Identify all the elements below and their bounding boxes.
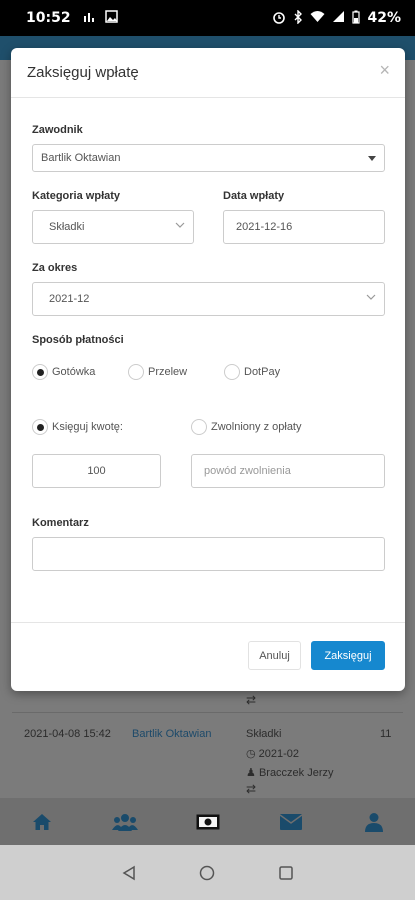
- cancel-button[interactable]: Anuluj: [248, 641, 301, 670]
- status-time: 10:52: [26, 10, 71, 26]
- users-icon[interactable]: [105, 808, 145, 836]
- row-period-value: 2021-02: [258, 748, 300, 760]
- row-number: 11: [380, 728, 392, 740]
- radio-dotpay-label: DotPay: [244, 366, 281, 378]
- cell-signal-icon: [332, 10, 345, 26]
- image-icon: [104, 10, 118, 26]
- alarm-icon: [272, 10, 286, 27]
- book-payment-dialog: Zaksięguj wpłatę × Zawodnik Bartlik Okta…: [11, 48, 405, 691]
- mail-icon[interactable]: [271, 808, 311, 836]
- amount-input[interactable]: 100: [32, 454, 161, 488]
- radio-exempt[interactable]: Zwolniony z opłaty: [191, 419, 302, 435]
- radio-circle: [191, 419, 207, 435]
- comment-input[interactable]: [32, 537, 385, 571]
- radio-transfer-label: Przelew: [148, 366, 188, 378]
- chevron-down-icon: [175, 222, 185, 228]
- payment-method-label: Sposób płatności: [32, 334, 124, 346]
- amount-input-value: 100: [87, 465, 106, 477]
- radio-circle: [128, 364, 144, 380]
- row-collector-name: Bracczek Jerzy: [258, 767, 334, 779]
- date-input[interactable]: 2021-12-16: [223, 210, 385, 244]
- row-category: Składki: [246, 728, 282, 740]
- recents-icon[interactable]: [271, 858, 301, 888]
- player-select[interactable]: Bartlik Oktawian: [32, 144, 385, 172]
- home-circle-icon[interactable]: [192, 858, 222, 888]
- row-period: ◷ 2021-02: [246, 747, 299, 760]
- home-icon[interactable]: [22, 808, 62, 836]
- radio-transfer[interactable]: Przelew: [128, 364, 187, 380]
- radio-exempt-label: Zwolniony z opłaty: [211, 421, 302, 433]
- comment-label: Komentarz: [32, 517, 89, 529]
- chevron-down-icon: [366, 294, 376, 300]
- radio-circle: [224, 364, 240, 380]
- system-navigation: [0, 845, 415, 900]
- swap-icon[interactable]: ⇄: [246, 693, 256, 707]
- status-bar: 10:52 42%: [0, 0, 415, 36]
- period-select-value: 2021-12: [49, 293, 90, 305]
- radio-dot: [36, 368, 44, 376]
- bottom-navigation: [0, 798, 415, 845]
- row-date: 2021-04-08 15:42: [24, 728, 111, 740]
- player-select-value: Bartlik Oktawian: [41, 152, 121, 164]
- close-icon[interactable]: ×: [379, 61, 390, 79]
- signal-boost-icon: [83, 10, 97, 27]
- radio-cash-label: Gotówka: [52, 366, 96, 378]
- period-select[interactable]: 2021-12: [32, 282, 385, 316]
- period-label: Za okres: [32, 262, 78, 274]
- caret-down-icon: [368, 156, 376, 161]
- battery-percentage: 42%: [367, 10, 401, 26]
- dialog-footer-divider: [11, 622, 405, 623]
- clock-icon: ◷: [246, 748, 256, 760]
- radio-circle: [32, 364, 48, 380]
- wifi-icon: [310, 10, 325, 26]
- radio-circle: [32, 419, 48, 435]
- user-icon[interactable]: [354, 808, 394, 836]
- swap-icon[interactable]: ⇄: [246, 782, 256, 796]
- person-icon: ♟: [246, 767, 256, 779]
- dialog-title: Zaksięguj wpłatę: [27, 64, 139, 81]
- radio-book-amount[interactable]: Księguj kwotę:: [32, 419, 123, 435]
- row-divider: [12, 712, 403, 713]
- back-icon[interactable]: [114, 858, 144, 888]
- money-icon[interactable]: [188, 808, 228, 836]
- exempt-reason-placeholder: powód zwolnienia: [204, 465, 291, 477]
- radio-dot: [36, 423, 44, 431]
- radio-dotpay[interactable]: DotPay: [224, 364, 280, 380]
- radio-cash[interactable]: Gotówka: [32, 364, 95, 380]
- exempt-reason-input[interactable]: powód zwolnienia: [191, 454, 385, 488]
- date-label: Data wpłaty: [223, 190, 285, 202]
- book-payment-button[interactable]: Zaksięguj: [311, 641, 385, 670]
- radio-book-amount-label: Księguj kwotę:: [52, 421, 123, 433]
- category-label: Kategoria wpłaty: [32, 190, 121, 202]
- row-player-link[interactable]: Bartlik Oktawian: [132, 728, 211, 740]
- row-collector: ♟ Bracczek Jerzy: [246, 766, 334, 779]
- category-select[interactable]: Składki: [32, 210, 194, 244]
- category-select-value: Składki: [49, 221, 85, 233]
- player-label: Zawodnik: [32, 124, 83, 136]
- bluetooth-icon: [293, 8, 303, 27]
- date-input-value: 2021-12-16: [236, 221, 293, 233]
- battery-icon: [352, 10, 361, 27]
- dialog-header: Zaksięguj wpłatę ×: [11, 48, 405, 98]
